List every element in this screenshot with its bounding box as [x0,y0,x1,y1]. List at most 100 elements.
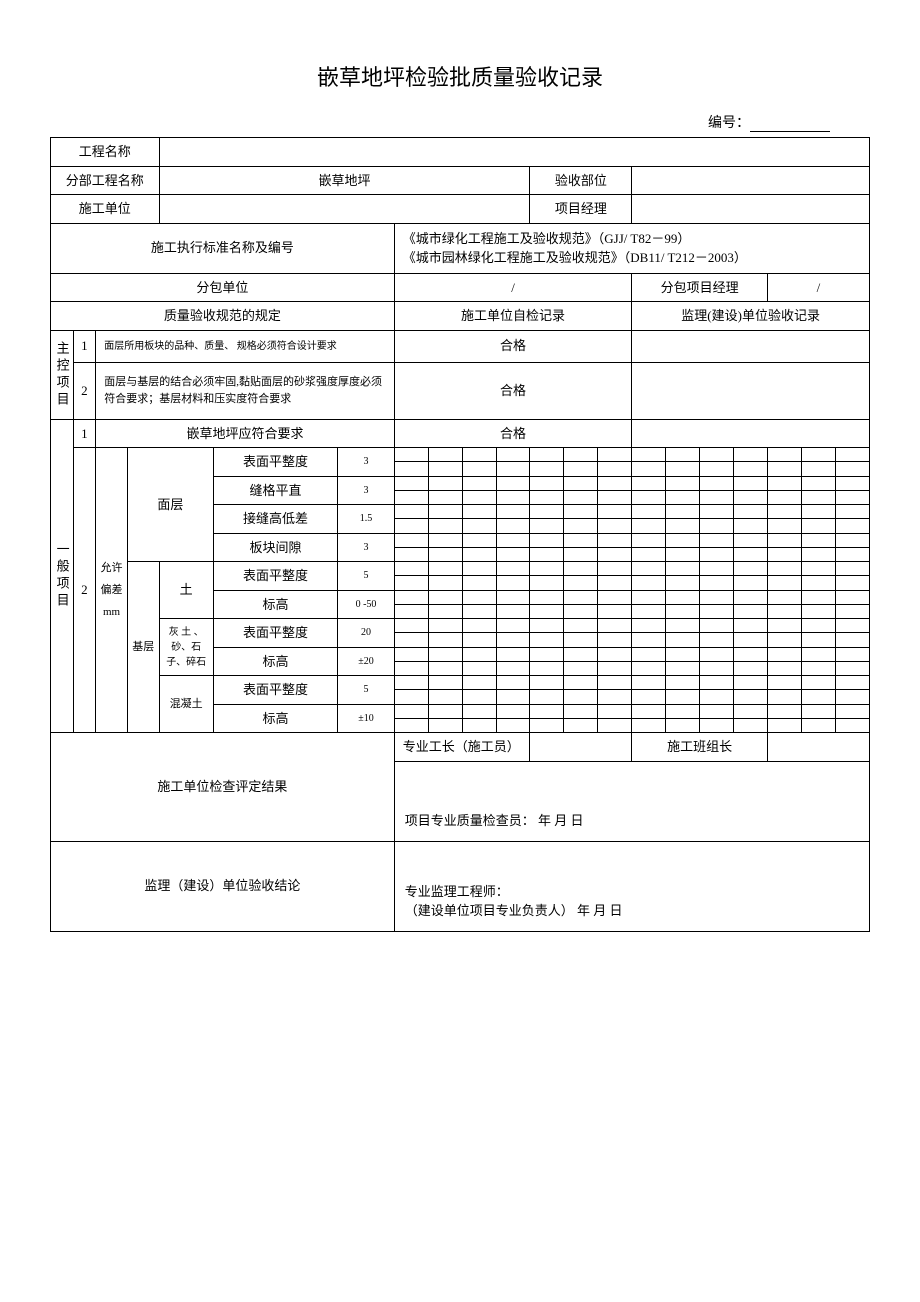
c[interactable] [801,505,835,519]
c[interactable] [496,604,530,618]
c[interactable] [767,505,801,519]
c[interactable] [734,505,768,519]
c[interactable] [666,604,700,618]
c[interactable] [564,462,598,476]
c[interactable] [734,547,768,561]
c[interactable] [666,576,700,590]
c[interactable] [767,704,801,718]
c[interactable] [666,661,700,675]
c[interactable] [801,448,835,462]
c[interactable] [598,604,632,618]
c[interactable] [632,576,666,590]
c[interactable] [666,647,700,661]
c[interactable] [394,690,428,704]
c[interactable] [462,462,496,476]
c[interactable] [462,676,496,690]
c[interactable] [598,633,632,647]
c[interactable] [598,462,632,476]
c[interactable] [666,547,700,561]
c[interactable] [632,647,666,661]
c[interactable] [530,562,564,576]
c[interactable] [632,505,666,519]
c[interactable] [530,448,564,462]
c[interactable] [530,704,564,718]
c[interactable] [496,476,530,490]
c[interactable] [632,690,666,704]
c[interactable] [564,647,598,661]
c[interactable] [801,490,835,504]
c[interactable] [462,490,496,504]
c[interactable] [632,476,666,490]
c[interactable] [394,619,428,633]
c[interactable] [394,505,428,519]
c[interactable] [462,519,496,533]
c[interactable] [700,661,734,675]
c[interactable] [564,704,598,718]
c[interactable] [462,619,496,633]
c[interactable] [598,505,632,519]
value-construct-unit[interactable] [159,195,530,224]
c[interactable] [632,547,666,561]
c[interactable] [530,505,564,519]
c[interactable] [700,690,734,704]
c[interactable] [767,619,801,633]
value-foreman[interactable] [530,733,632,762]
c[interactable] [666,633,700,647]
c[interactable] [428,661,462,675]
c[interactable] [632,462,666,476]
c[interactable] [801,704,835,718]
c[interactable] [598,676,632,690]
c[interactable] [428,505,462,519]
c[interactable] [835,661,869,675]
c[interactable] [734,590,768,604]
c[interactable] [394,562,428,576]
c[interactable] [428,590,462,604]
c[interactable] [632,562,666,576]
c[interactable] [835,718,869,732]
c[interactable] [394,476,428,490]
c[interactable] [598,576,632,590]
c[interactable] [767,533,801,547]
c[interactable] [428,704,462,718]
c[interactable] [835,533,869,547]
c[interactable] [564,562,598,576]
c[interactable] [632,676,666,690]
c[interactable] [394,633,428,647]
c[interactable] [801,661,835,675]
c[interactable] [835,448,869,462]
c[interactable] [801,562,835,576]
c[interactable] [564,718,598,732]
c[interactable] [801,547,835,561]
c[interactable] [564,490,598,504]
c[interactable] [462,505,496,519]
c[interactable] [530,519,564,533]
c[interactable] [767,676,801,690]
c[interactable] [666,490,700,504]
c[interactable] [666,690,700,704]
c[interactable] [835,590,869,604]
c[interactable] [428,562,462,576]
c[interactable] [767,633,801,647]
c[interactable] [767,690,801,704]
c[interactable] [632,448,666,462]
c[interactable] [394,533,428,547]
c[interactable] [632,604,666,618]
c[interactable] [734,661,768,675]
c[interactable] [496,519,530,533]
c[interactable] [767,448,801,462]
c[interactable] [394,661,428,675]
c[interactable] [496,676,530,690]
c[interactable] [394,462,428,476]
c[interactable] [734,562,768,576]
c[interactable] [530,647,564,661]
c[interactable] [496,633,530,647]
c[interactable] [801,633,835,647]
c[interactable] [666,519,700,533]
c[interactable] [462,661,496,675]
c[interactable] [767,590,801,604]
c[interactable] [801,533,835,547]
c[interactable] [428,576,462,590]
c[interactable] [700,462,734,476]
c[interactable] [734,519,768,533]
c[interactable] [835,647,869,661]
